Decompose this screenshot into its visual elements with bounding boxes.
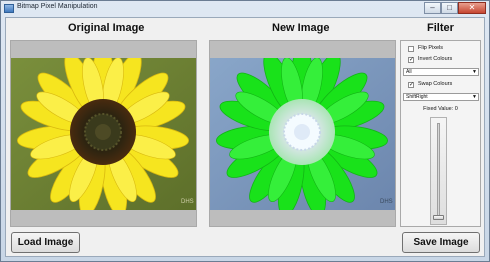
load-image-button[interactable]: Load Image — [11, 232, 80, 253]
new-image-panel: DHS — [209, 40, 396, 227]
original-image: DHS — [11, 58, 196, 210]
swap-colours-label: Swap Colours — [418, 81, 453, 87]
filter-heading: Filter — [427, 22, 454, 34]
invert-colours-label: Invert Colours — [418, 56, 453, 62]
app-icon — [4, 4, 14, 13]
flip-pixels-label: Flip Pixels — [418, 45, 444, 51]
shift-dropdown[interactable]: ShiftRight ▼ — [403, 93, 479, 101]
new-image-watermark: DHS — [380, 199, 393, 205]
chevron-down-icon: ▼ — [472, 94, 477, 100]
caption-buttons: – □ ✕ — [424, 2, 486, 14]
original-image-heading: Original Image — [68, 22, 145, 34]
invert-colours-checkbox[interactable]: ✓ — [408, 57, 414, 63]
original-watermark: DHS — [181, 199, 194, 205]
filter-panel: Flip Pixels ✓ Invert Colours All ▼ ✓ Swa… — [400, 40, 481, 227]
client-area: Original Image New Image Filter DHS DHS … — [5, 17, 485, 257]
chevron-down-icon: ▼ — [472, 69, 477, 75]
swap-colours-checkbox[interactable]: ✓ — [408, 82, 414, 88]
slider-thumb[interactable] — [433, 215, 444, 220]
slider-track — [437, 123, 440, 219]
new-image-heading: New Image — [272, 22, 330, 34]
close-button[interactable]: ✕ — [458, 2, 486, 14]
minimize-button[interactable]: – — [424, 2, 441, 14]
title-bar: Bitmap Pixel Manipulation – □ ✕ — [1, 1, 489, 17]
new-image: DHS — [210, 58, 395, 210]
app-window: Bitmap Pixel Manipulation – □ ✕ Original… — [0, 0, 490, 262]
original-image-panel: DHS — [10, 40, 197, 227]
channel-dropdown-value: All — [406, 69, 412, 75]
fixed-value-slider[interactable] — [430, 117, 447, 225]
shift-dropdown-value: ShiftRight — [406, 94, 428, 100]
fixed-value-label: Fixed Value: 0 — [423, 106, 458, 112]
window-title: Bitmap Pixel Manipulation — [17, 3, 98, 10]
flip-pixels-checkbox[interactable] — [408, 46, 414, 52]
maximize-button[interactable]: □ — [441, 2, 458, 14]
channel-dropdown[interactable]: All ▼ — [403, 68, 479, 76]
save-image-button[interactable]: Save Image — [402, 232, 480, 253]
